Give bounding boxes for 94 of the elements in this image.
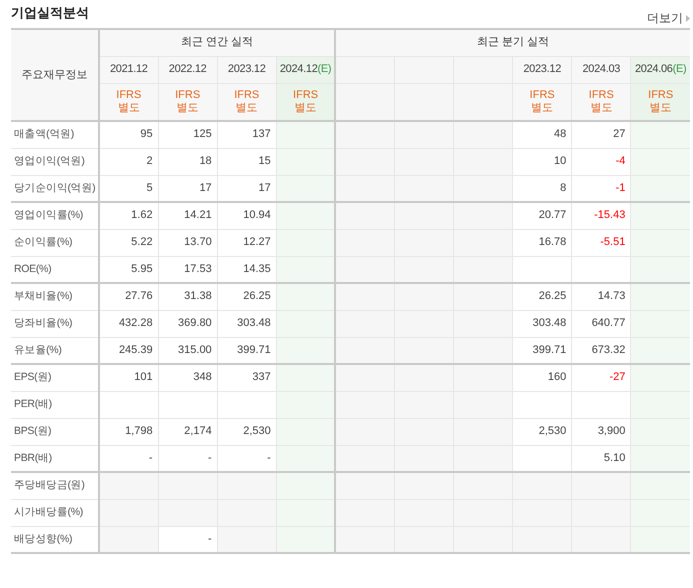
section-title: 기업실적분석	[11, 4, 89, 22]
table-cell: 348	[158, 364, 218, 391]
table-cell: 5.10	[572, 445, 631, 472]
table-cell: 31.38	[158, 283, 218, 310]
table-cell: 2,174	[158, 418, 218, 445]
caret-icon	[686, 15, 690, 22]
table-cell: 640.77	[572, 310, 631, 337]
table-cell: 1.62	[99, 202, 158, 229]
table-cell: 17	[217, 175, 276, 202]
header-cell: 2023.12	[217, 56, 276, 83]
table-cell: 315.00	[158, 337, 218, 364]
table-cell: 5.22	[99, 229, 158, 256]
table-cell: 337	[217, 364, 276, 391]
table-cell: 303.48	[217, 310, 276, 337]
table-cell: 399.71	[217, 337, 276, 364]
row-label: 배당성향(%)	[11, 526, 99, 553]
table-cell: 13.70	[158, 229, 218, 256]
table-cell: 369.80	[158, 310, 218, 337]
table-cell: 14.21	[158, 202, 218, 229]
header-cell: IFRS 별도	[630, 83, 690, 121]
row-label: 당기순이익(억원)	[11, 175, 99, 202]
table-cell: 27	[572, 121, 631, 148]
table-cell: 432.28	[99, 310, 158, 337]
header-cell: 최근 분기 실적	[335, 29, 690, 56]
table-cell: 5	[99, 175, 158, 202]
header-cell: IFRS 별도	[99, 83, 158, 121]
table-cell: 399.71	[512, 337, 572, 364]
header-cell: 2024.03	[572, 56, 631, 83]
table-cell: -5.51	[572, 229, 631, 256]
table-cell: 17	[158, 175, 218, 202]
table-cell: 3,900	[572, 418, 631, 445]
table-cell: -	[217, 445, 276, 472]
table-cell: 26.25	[512, 283, 572, 310]
row-label: 당좌비율(%)	[11, 310, 99, 337]
table-cell: 5.95	[99, 256, 158, 283]
row-label: 순이익률(%)	[11, 229, 99, 256]
row-label: 주당배당금(원)	[11, 472, 99, 499]
header-cell: 2024.06(E)	[630, 56, 690, 83]
table-cell: 303.48	[512, 310, 572, 337]
header-cell: 2021.12	[99, 56, 158, 83]
row-label: 영업이익(억원)	[11, 148, 99, 175]
table-cell: 1,798	[99, 418, 158, 445]
table-cell: 18	[158, 148, 218, 175]
header-cell: 2023.12	[512, 56, 572, 83]
row-label: PBR(배)	[11, 445, 99, 472]
header-cell: 2022.12	[158, 56, 218, 83]
table-cell: 673.32	[572, 337, 631, 364]
table-cell: 14.73	[572, 283, 631, 310]
table-cell: 2,530	[217, 418, 276, 445]
row-label: BPS(원)	[11, 418, 99, 445]
header-cell: IFRS 별도	[158, 83, 218, 121]
row-label: 영업이익률(%)	[11, 202, 99, 229]
table-cell: 245.39	[99, 337, 158, 364]
more-link[interactable]: 더보기	[647, 10, 690, 27]
row-label: 시가배당률(%)	[11, 499, 99, 526]
table-cell: 12.27	[217, 229, 276, 256]
table-cell: 2,530	[512, 418, 572, 445]
table-cell: 10.94	[217, 202, 276, 229]
header-cell: IFRS 별도	[572, 83, 631, 121]
row-label: EPS(원)	[11, 364, 99, 391]
table-cell: -27	[572, 364, 631, 391]
table-cell: -	[158, 445, 218, 472]
header-cell: 최근 연간 실적	[99, 29, 336, 56]
table-cell: 125	[158, 121, 218, 148]
table-cell: 48	[512, 121, 572, 148]
table-cell: 8	[512, 175, 572, 202]
row-label: 부채비율(%)	[11, 283, 99, 310]
row-label: 매출액(억원)	[11, 121, 99, 148]
header-cell: IFRS 별도	[512, 83, 572, 121]
table-cell: 20.77	[512, 202, 572, 229]
table-cell: 95	[99, 121, 158, 148]
header-cell: 주요재무정보	[11, 29, 99, 121]
header-cell: 2024.12(E)	[276, 56, 336, 83]
table-cell: 137	[217, 121, 276, 148]
table-cell: 10	[512, 148, 572, 175]
table-cell: -	[99, 445, 158, 472]
table-cell: 160	[512, 364, 572, 391]
table-cell: -	[158, 526, 218, 553]
table-cell: 15	[217, 148, 276, 175]
row-label: ROE(%)	[11, 256, 99, 283]
table-cell: -4	[572, 148, 631, 175]
header-cell: IFRS 별도	[217, 83, 276, 121]
table-cell: 16.78	[512, 229, 572, 256]
row-label: PER(배)	[11, 391, 99, 418]
table-cell: 27.76	[99, 283, 158, 310]
header-cell: IFRS 별도	[276, 83, 336, 121]
table-cell: 2	[99, 148, 158, 175]
table-cell: 101	[99, 364, 158, 391]
table-cell: 17.53	[158, 256, 218, 283]
table-cell: 14.35	[217, 256, 276, 283]
row-label: 유보율(%)	[11, 337, 99, 364]
table-cell: 26.25	[217, 283, 276, 310]
table-cell: -1	[572, 175, 631, 202]
table-cell: -15.43	[572, 202, 631, 229]
